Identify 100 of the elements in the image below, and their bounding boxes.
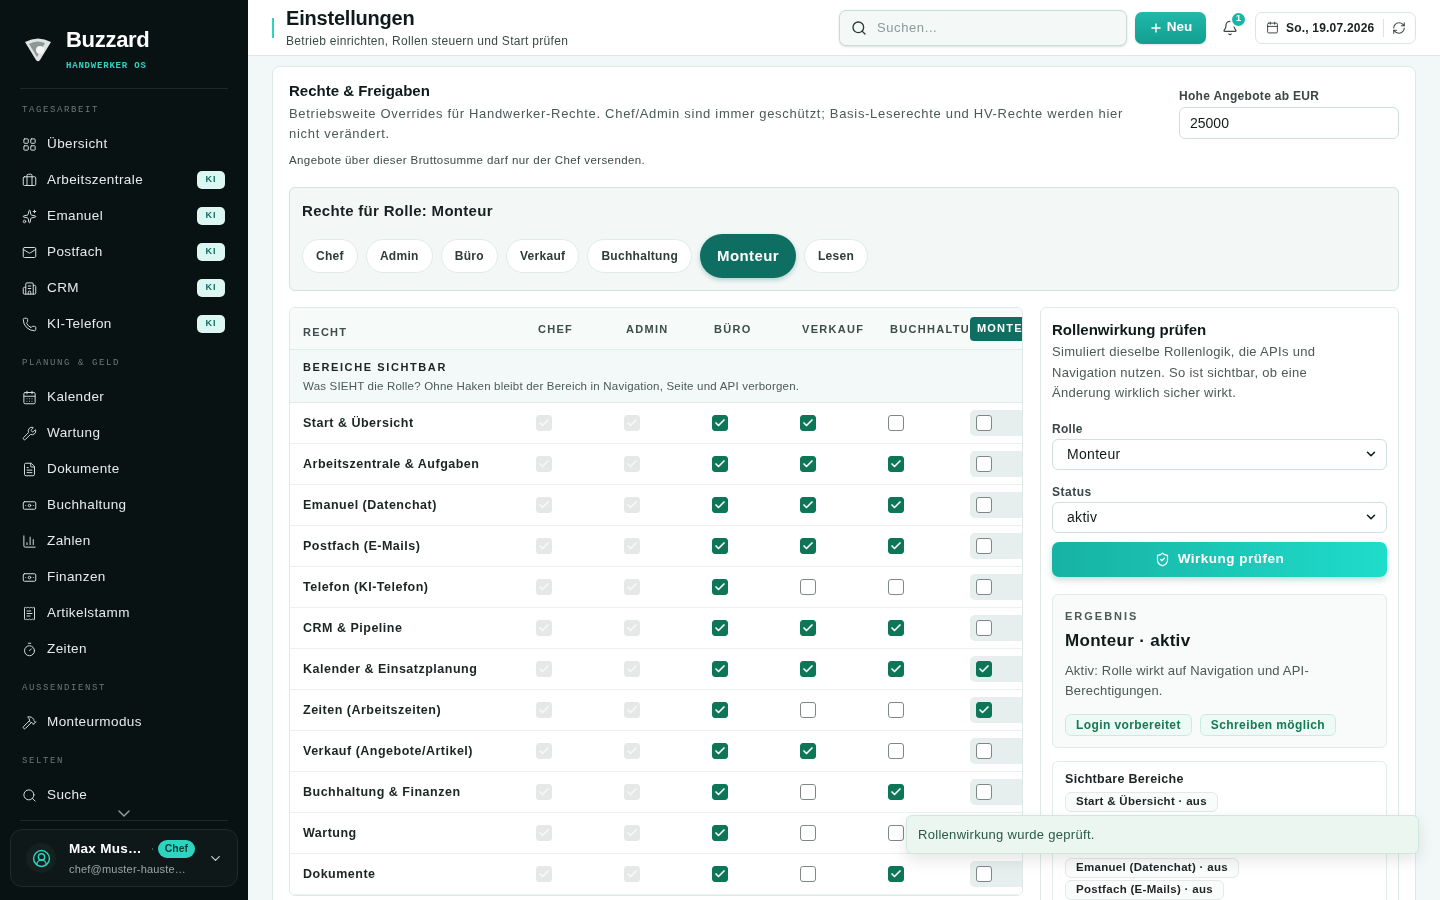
bell-icon[interactable]	[1222, 19, 1238, 36]
checkbox[interactable]	[976, 743, 992, 759]
checkbox[interactable]	[976, 456, 992, 472]
nav-item[interactable]: Dokumente	[10, 454, 238, 484]
refresh-icon[interactable]	[1392, 20, 1406, 35]
checkbox[interactable]	[712, 538, 728, 554]
checkbox[interactable]	[976, 497, 992, 513]
checkbox[interactable]	[712, 620, 728, 636]
role-tab[interactable]: Büro	[440, 239, 498, 273]
checkbox[interactable]	[712, 784, 728, 800]
checkbox[interactable]	[976, 784, 992, 800]
checkbox[interactable]	[712, 702, 728, 718]
amount-input[interactable]: 25000	[1179, 107, 1399, 139]
checkbox[interactable]	[800, 415, 816, 431]
nav-item[interactable]: Suche	[10, 780, 238, 810]
column-header[interactable]: VERKAUF	[793, 319, 865, 338]
column-header[interactable]: BÜRO	[705, 319, 752, 338]
check-icon	[890, 622, 902, 634]
checkbox[interactable]	[712, 825, 728, 841]
brand-tagline: HANDWERKER OS	[66, 60, 148, 72]
checkbox[interactable]	[800, 579, 816, 595]
hammer-icon	[22, 714, 37, 730]
search-field[interactable]: Suchen...	[839, 9, 1127, 46]
checkbox[interactable]	[712, 866, 728, 882]
checkbox[interactable]	[800, 456, 816, 472]
checkbox[interactable]	[976, 702, 992, 718]
checkbox[interactable]	[888, 538, 904, 554]
nav-item[interactable]: Emanuel KI	[10, 201, 238, 231]
checkbox[interactable]	[712, 579, 728, 595]
notification-badge: 1	[1230, 10, 1247, 28]
nav-item[interactable]: KI-Telefon KI	[10, 309, 238, 339]
role-tab[interactable]: Chef	[302, 239, 358, 273]
checkbox[interactable]	[888, 456, 904, 472]
column-header-highlight[interactable]: MONTE	[970, 316, 1022, 341]
nav-item[interactable]: Buchhaltung	[10, 490, 238, 520]
column-header[interactable]: ADMIN	[617, 319, 669, 338]
checkbox[interactable]	[800, 866, 816, 882]
checkbox[interactable]	[800, 620, 816, 636]
checkbox[interactable]	[888, 497, 904, 513]
role-tab[interactable]: Buchhaltung	[587, 239, 692, 273]
account-card[interactable]: Max Mus… Chef chef@muster-hauste…	[10, 829, 238, 887]
document-icon	[22, 461, 37, 477]
result-tag: Schreiben möglich	[1199, 713, 1336, 736]
nav-item[interactable]: Monteurmodus	[10, 707, 238, 737]
status-select[interactable]: aktiv	[1052, 501, 1387, 533]
role-tab[interactable]: Admin	[365, 239, 433, 273]
briefcase-icon	[22, 172, 37, 188]
role-tab[interactable]: Lesen	[804, 239, 869, 273]
column-header[interactable]: CHEF	[529, 319, 574, 338]
checkbox[interactable]	[888, 620, 904, 636]
role-select[interactable]: Monteur	[1052, 438, 1387, 470]
checkbox[interactable]	[976, 620, 992, 636]
bar-chart-icon	[22, 533, 37, 549]
checkbox[interactable]	[800, 702, 816, 718]
nav-item[interactable]: Arbeitszentrale KI	[10, 165, 238, 195]
nav-item[interactable]: CRM KI	[10, 273, 238, 303]
ki-badge: KI	[197, 243, 225, 261]
checkbox[interactable]	[976, 866, 992, 882]
checkbox[interactable]	[800, 784, 816, 800]
nav-item[interactable]: Artikelstamm	[10, 598, 238, 628]
nav-section-label: TAGESARBEIT	[22, 104, 99, 118]
date-button[interactable]: So., 19.07.2026	[1266, 18, 1375, 37]
checkbox[interactable]	[800, 497, 816, 513]
checkbox[interactable]	[888, 661, 904, 677]
checkbox[interactable]	[800, 661, 816, 677]
checkbox[interactable]	[888, 415, 904, 431]
checkbox[interactable]	[888, 866, 904, 882]
checkbox[interactable]	[888, 579, 904, 595]
nav-item[interactable]: Wartung	[10, 418, 238, 448]
checkbox[interactable]	[712, 415, 728, 431]
nav-item[interactable]: Kalender	[10, 382, 238, 412]
checkbox[interactable]	[976, 538, 992, 554]
checkbox[interactable]	[712, 497, 728, 513]
nav-item[interactable]: Zahlen	[10, 526, 238, 556]
checkbox[interactable]	[712, 456, 728, 472]
checkbox[interactable]	[712, 661, 728, 677]
nav-item[interactable]: Übersicht	[10, 129, 238, 159]
nav-item[interactable]: Zeiten	[10, 634, 238, 664]
nav-item[interactable]: Finanzen	[10, 562, 238, 592]
check-icon	[978, 704, 990, 716]
nav-item[interactable]: Postfach KI	[10, 237, 238, 267]
checkbox[interactable]	[888, 784, 904, 800]
column-header[interactable]: BUCHHALTU	[881, 319, 970, 338]
page-subtitle: Betrieb einrichten, Rollen steuern und Start prüfen	[286, 33, 569, 49]
checkbox[interactable]	[976, 661, 992, 677]
checkbox[interactable]	[888, 743, 904, 759]
avatar-icon	[26, 843, 56, 873]
chevron-down-icon[interactable]	[118, 810, 130, 817]
checkbox[interactable]	[888, 825, 904, 841]
checkbox[interactable]	[888, 702, 904, 718]
checkbox[interactable]	[800, 743, 816, 759]
role-tab[interactable]: Monteur	[700, 234, 796, 278]
checkbox[interactable]	[976, 579, 992, 595]
result-eyebrow: ERGEBNIS	[1065, 608, 1140, 623]
role-tab[interactable]: Verkauf	[505, 239, 580, 273]
checkbox[interactable]	[976, 415, 992, 431]
checkbox[interactable]	[712, 743, 728, 759]
checkbox[interactable]	[800, 825, 816, 841]
visible-areas-title: Sichtbare Bereiche	[1065, 771, 1185, 786]
checkbox[interactable]	[800, 538, 816, 554]
